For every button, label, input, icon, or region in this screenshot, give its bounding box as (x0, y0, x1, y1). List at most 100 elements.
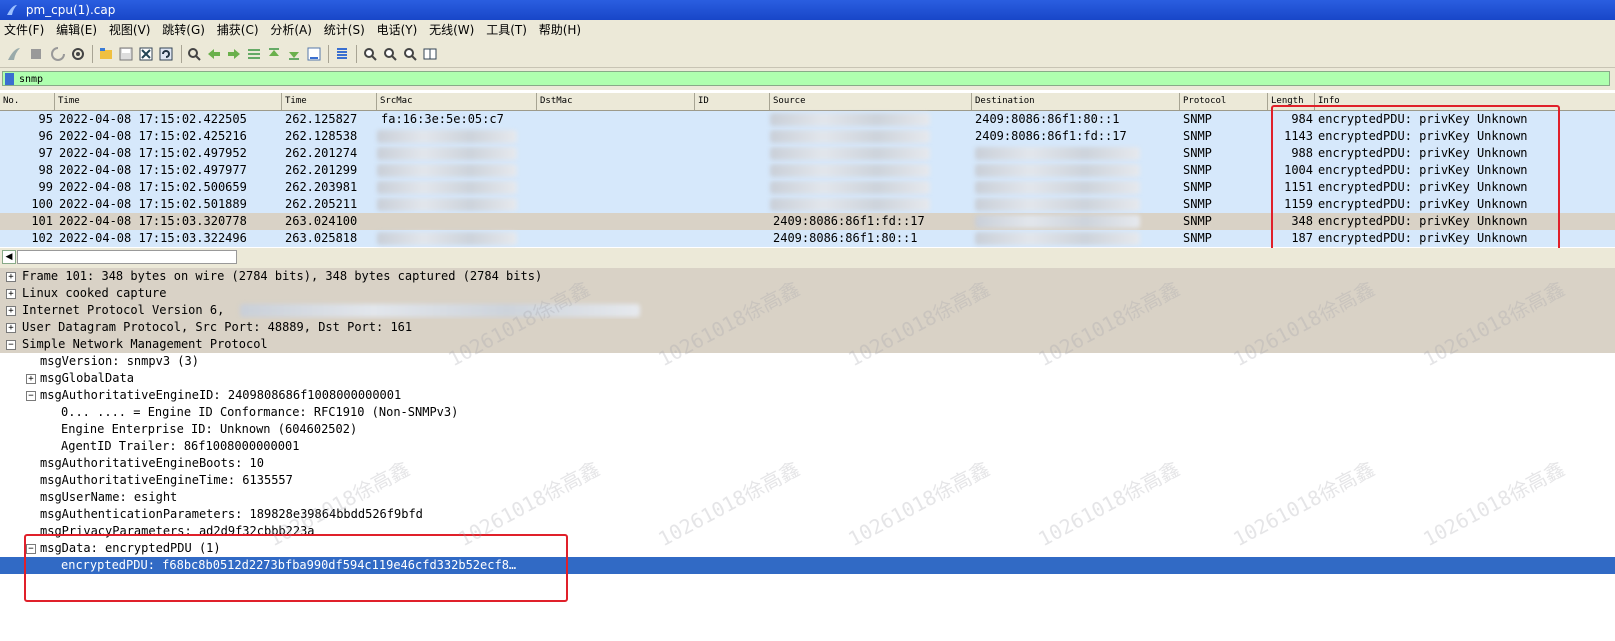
main-toolbar (0, 41, 1615, 68)
menu-edit[interactable]: 编辑(E) (56, 23, 97, 37)
redacted-source (770, 113, 930, 126)
zoom-normal-icon[interactable] (402, 46, 418, 62)
annotation-box-info (1271, 105, 1560, 248)
cell-time: 2022-04-08 17:15:03.320778 (59, 214, 247, 228)
menu-capture[interactable]: 捕获(C) (217, 23, 259, 37)
cell-time: 2022-04-08 17:15:02.497977 (59, 163, 247, 177)
tree-item-udp[interactable]: + User Datagram Protocol, Src Port: 4888… (0, 319, 1615, 336)
menu-help[interactable]: 帮助(H) (539, 23, 581, 37)
cell-protocol: SNMP (1183, 197, 1212, 211)
stop-icon[interactable] (28, 46, 44, 62)
redacted-source (770, 147, 930, 160)
tree-item-label: msgGlobalData (40, 371, 134, 385)
cell-time: 2022-04-08 17:15:02.425216 (59, 129, 247, 143)
cell-source: 2409:8086:86f1:80::1 (773, 231, 918, 245)
cell-protocol: SNMP (1183, 112, 1212, 126)
menu-view[interactable]: 视图(V) (109, 23, 151, 37)
autoscroll-icon[interactable] (306, 46, 322, 62)
zoom-in-icon[interactable] (362, 46, 378, 62)
tree-item-conformance[interactable]: 0... .... = Engine ID Conformance: RFC19… (0, 404, 1615, 421)
col-id[interactable]: ID (695, 93, 770, 110)
reload-icon[interactable] (158, 46, 174, 62)
tree-item-enterprise-id[interactable]: Engine Enterprise ID: Unknown (604602502… (0, 421, 1615, 438)
expand-icon[interactable]: + (6, 272, 16, 282)
forward-icon[interactable] (226, 46, 242, 62)
cell-protocol: SNMP (1183, 129, 1212, 143)
close-file-icon[interactable] (138, 46, 154, 62)
col-srcmac[interactable]: SrcMac (377, 93, 537, 110)
col-dstmac[interactable]: DstMac (537, 93, 695, 110)
menu-wireless[interactable]: 无线(W) (429, 23, 474, 37)
display-filter-input[interactable]: snmp (2, 71, 1610, 86)
shark-fin-start-icon[interactable] (6, 46, 22, 62)
scroll-left-icon[interactable]: ◀ (2, 250, 16, 264)
cell-destination: 2409:8086:86f1:80::1 (975, 112, 1120, 126)
tree-item-authparams[interactable]: msgAuthenticationParameters: 189828e3986… (0, 506, 1615, 523)
col-no[interactable]: No. (0, 93, 55, 110)
bookmark-icon[interactable] (5, 73, 14, 85)
cell-time: 2022-04-08 17:15:02.500659 (59, 180, 247, 194)
collapse-icon[interactable]: − (26, 391, 36, 401)
menu-tools[interactable]: 工具(T) (486, 23, 527, 37)
save-file-icon[interactable] (118, 46, 134, 62)
cell-no: 98 (38, 163, 53, 177)
colorize-icon[interactable] (334, 46, 350, 62)
redacted-srcmac (377, 130, 517, 143)
tree-item-label: Simple Network Management Protocol (22, 337, 268, 351)
tree-item-engineid[interactable]: − msgAuthoritativeEngineID: 2409808686f1… (0, 387, 1615, 404)
tree-item-agentid[interactable]: AgentID Trailer: 86f1008000000001 (0, 438, 1615, 455)
cell-rel-time: 262.201274 (285, 146, 358, 160)
col-time-rel[interactable]: Time (282, 93, 377, 110)
menu-file[interactable]: 文件(F) (4, 23, 44, 37)
zoom-out-icon[interactable] (382, 46, 398, 62)
resize-columns-icon[interactable] (422, 46, 438, 62)
options-icon[interactable] (70, 46, 86, 62)
redacted-srcmac (377, 164, 517, 177)
tree-item-frame[interactable]: + Frame 101: 348 bytes on wire (2784 bit… (0, 268, 1615, 285)
cell-no: 99 (38, 180, 53, 194)
menu-go[interactable]: 跳转(G) (162, 23, 205, 37)
cell-destination: 2409:8086:86f1:fd::17 (975, 129, 1127, 143)
back-icon[interactable] (206, 46, 222, 62)
expand-icon[interactable]: + (6, 323, 16, 333)
first-packet-icon[interactable] (266, 46, 282, 62)
tree-item-username[interactable]: msgUserName: esight (0, 489, 1615, 506)
last-packet-icon[interactable] (286, 46, 302, 62)
collapse-icon[interactable]: − (6, 340, 16, 350)
expand-icon[interactable]: + (26, 374, 36, 384)
restart-icon[interactable] (50, 46, 66, 62)
scroll-thumb[interactable] (17, 250, 237, 264)
tree-item-msgversion[interactable]: msgVersion: snmpv3 (3) (0, 353, 1615, 370)
open-file-icon[interactable] (98, 46, 114, 62)
menu-analyze[interactable]: 分析(A) (270, 23, 312, 37)
cell-time: 2022-04-08 17:15:03.322496 (59, 231, 247, 245)
tree-item-label: Linux cooked capture (22, 286, 167, 300)
redacted-destination (975, 181, 1140, 194)
col-source[interactable]: Source (770, 93, 972, 110)
col-destination[interactable]: Destination (972, 93, 1180, 110)
menu-statistics[interactable]: 统计(S) (324, 23, 365, 37)
cell-protocol: SNMP (1183, 146, 1212, 160)
redacted-srcmac (377, 232, 517, 245)
redacted-source (770, 130, 930, 143)
tree-item-ipv6[interactable]: + Internet Protocol Version 6, (0, 302, 1615, 319)
redacted-destination (975, 147, 1140, 160)
expand-icon[interactable]: + (6, 306, 16, 316)
window-title: pm_cpu(1).cap (25, 3, 116, 17)
find-icon[interactable] (186, 46, 202, 62)
packet-list-hscrollbar[interactable]: ◀ (0, 248, 1615, 264)
cell-source: 2409:8086:86f1:fd::17 (773, 214, 925, 228)
expand-icon[interactable]: + (6, 289, 16, 299)
goto-packet-icon[interactable] (246, 46, 262, 62)
menu-telephony[interactable]: 电话(Y) (377, 23, 418, 37)
col-time[interactable]: Time (55, 93, 282, 110)
tree-item-label: Frame 101: 348 bytes on wire (2784 bits)… (22, 269, 543, 283)
col-protocol[interactable]: Protocol (1180, 93, 1268, 110)
cell-srcmac: fa:16:3e:5e:05:c7 (381, 112, 504, 126)
tree-item-label: msgVersion: snmpv3 (3) (40, 354, 199, 368)
tree-item-label: msgAuthenticationParameters: 189828e3986… (40, 507, 423, 521)
display-filter-bar: snmp (0, 68, 1615, 90)
tree-item-msgglobaldata[interactable]: + msgGlobalData (0, 370, 1615, 387)
tree-item-snmp[interactable]: − Simple Network Management Protocol (0, 336, 1615, 353)
redacted-destination (975, 198, 1140, 211)
